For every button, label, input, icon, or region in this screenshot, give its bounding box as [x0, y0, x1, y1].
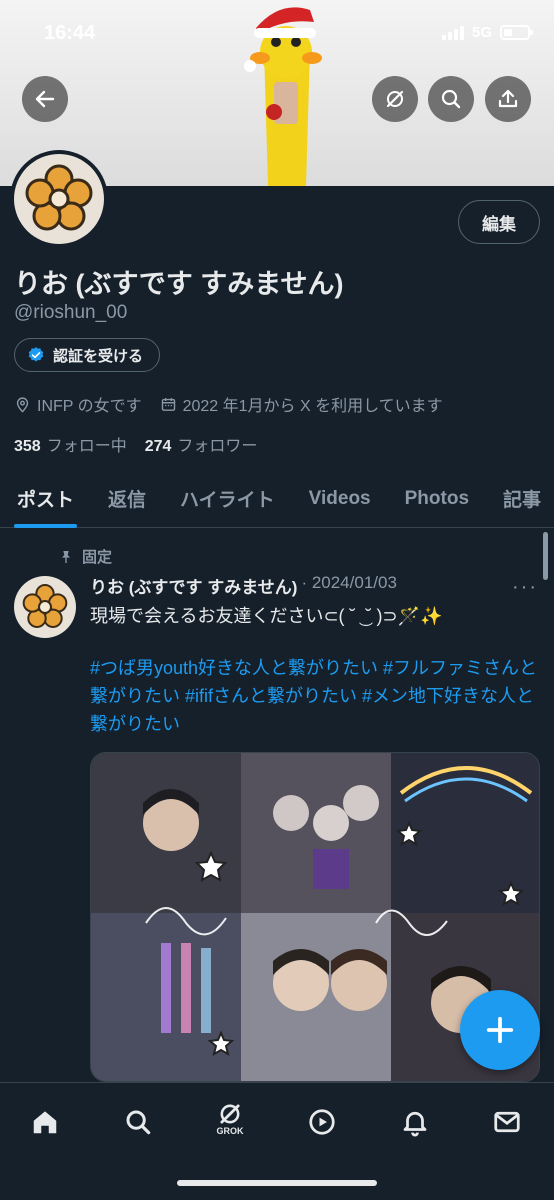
grok-icon: [220, 1104, 240, 1124]
verified-badge-icon: [28, 347, 44, 362]
pinned-label: 固定: [82, 549, 113, 566]
nav-search[interactable]: [115, 1099, 161, 1145]
post-author-name[interactable]: りお (ぶすです すみません): [90, 573, 297, 598]
profile-avatar[interactable]: [10, 150, 108, 248]
share-button[interactable]: [485, 76, 531, 122]
followers-link[interactable]: 274 フォロワー: [145, 432, 258, 456]
nav-messages[interactable]: [484, 1099, 530, 1145]
status-bar: 16:44 5G: [0, 0, 554, 70]
post-more-button[interactable]: ···: [512, 576, 538, 599]
followers-count: 274: [144, 438, 172, 455]
nav-videos[interactable]: [299, 1099, 345, 1145]
profile-location: INFP の女です: [37, 398, 142, 415]
get-verified-label: 認証を受ける: [53, 347, 144, 365]
flower-avatar-image: [22, 584, 68, 628]
search-icon: [126, 1110, 151, 1135]
bell-icon: [403, 1111, 427, 1137]
post-date[interactable]: · 2024/01/03: [301, 573, 396, 598]
display-name: りお (ぶすです すみません): [14, 269, 344, 299]
location-pin-icon: [16, 396, 29, 413]
arrow-left-icon: [35, 90, 55, 108]
flower-avatar-image: [25, 164, 93, 231]
grok-button[interactable]: [372, 76, 418, 122]
cellular-signal-icon: [441, 25, 464, 40]
tab-videos[interactable]: Videos: [292, 470, 388, 528]
tab-articles[interactable]: 記事: [486, 470, 554, 528]
back-button[interactable]: [22, 76, 68, 122]
nav-notifications[interactable]: [392, 1099, 438, 1145]
get-verified-button[interactable]: 認証を受ける: [14, 338, 161, 372]
pin-icon: [62, 550, 70, 563]
network-type: 5G: [471, 24, 492, 41]
post-author-avatar[interactable]: [14, 576, 76, 638]
search-icon: [441, 89, 461, 109]
tab-photos[interactable]: Photos: [388, 470, 486, 528]
home-indicator[interactable]: [177, 1180, 377, 1186]
battery-icon: [500, 25, 533, 40]
share-icon: [498, 89, 518, 108]
edit-profile-button[interactable]: 編集: [458, 200, 540, 244]
post-header: りお (ぶすです すみません) · 2024/01/03: [90, 573, 397, 598]
tab-highlights[interactable]: ハイライト: [163, 470, 292, 528]
following-link[interactable]: 358 フォロー中: [14, 432, 127, 456]
profile-meta: INFP の女です 2022 年1月から X を利用しています: [14, 392, 443, 416]
nav-grok[interactable]: GROK: [207, 1095, 253, 1141]
nav-home[interactable]: [22, 1099, 68, 1145]
following-count: 358: [14, 438, 41, 455]
compose-post-button[interactable]: [460, 990, 540, 1070]
calendar-icon: [161, 397, 175, 411]
tab-posts[interactable]: ポスト: [0, 470, 91, 528]
grok-label: GROK: [216, 1126, 244, 1136]
tab-replies[interactable]: 返信: [91, 470, 163, 528]
search-button[interactable]: [428, 76, 474, 122]
following-label: フォロー中: [46, 438, 127, 455]
followers-label: フォロワー: [177, 438, 258, 455]
pinned-indicator: 固定: [58, 546, 112, 567]
profile-joined-date: 2022 年1月から X を利用しています: [182, 398, 443, 415]
grok-icon: [386, 90, 404, 108]
user-handle: @rioshun_00: [14, 302, 128, 323]
scrollbar-thumb[interactable]: [543, 532, 548, 580]
post-text: 現場で会えるお友達ください⊂( ˘ ͜ ˘ )⊃🪄✨: [90, 606, 443, 626]
home-icon: [33, 1111, 57, 1134]
status-time: 16:44: [44, 22, 96, 44]
post-hashtags[interactable]: #つば男youth好きな人と繋がりたい #フルファミさんと繋がりたい #ifif…: [90, 654, 538, 738]
mail-icon: [494, 1111, 520, 1133]
play-circle-icon: [309, 1109, 335, 1135]
plus-icon: [486, 1016, 514, 1044]
profile-tabs: ポスト 返信 ハイライト Videos Photos 記事: [0, 470, 554, 528]
